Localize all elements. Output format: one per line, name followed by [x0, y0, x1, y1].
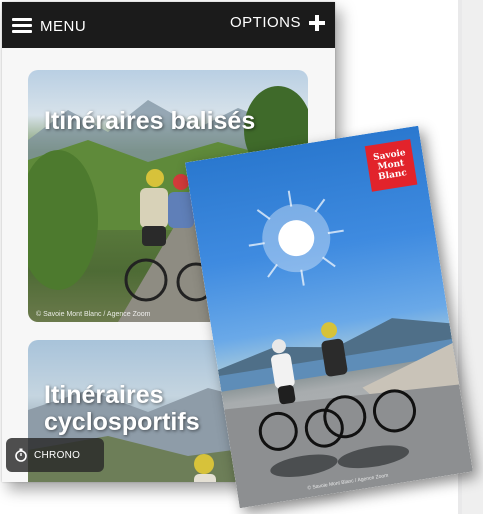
- card-1-title: Itinéraires balisés: [44, 108, 255, 135]
- card-1-title-text: Itinéraires balisés: [44, 107, 256, 135]
- card-1-credit: © Savoie Mont Blanc / Agence Zoom: [36, 311, 151, 318]
- hamburger-icon: [12, 18, 32, 34]
- card-2-title-line2: cyclosportifs: [44, 408, 200, 436]
- stage: MENU OPTIONS Itinéraires balisés © Savoi…: [0, 0, 483, 514]
- chrono-label: CHRONO: [34, 449, 81, 461]
- card-2-title-line1: Itinéraires: [44, 381, 164, 409]
- options-label: OPTIONS: [229, 14, 301, 31]
- chrono-button[interactable]: CHRONO: [6, 438, 104, 472]
- plus-icon: [309, 14, 325, 31]
- card-2-title: Itinéraires cyclosportifs: [44, 382, 200, 436]
- menu-button[interactable]: MENU: [12, 15, 86, 37]
- menu-label: MENU: [40, 17, 87, 35]
- top-bar: MENU OPTIONS: [2, 2, 335, 48]
- savoie-mont-blanc-logo: Savoie Mont Blanc: [364, 139, 418, 192]
- options-button[interactable]: OPTIONS: [230, 14, 325, 31]
- stopwatch-icon: [15, 448, 27, 462]
